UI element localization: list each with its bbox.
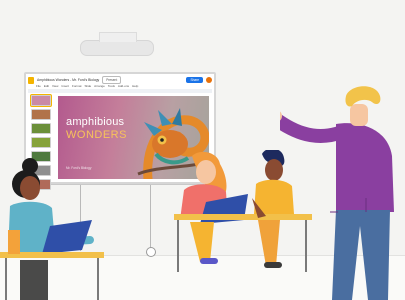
students-middle-figure	[174, 150, 312, 272]
ceiling-light-icon	[80, 32, 154, 56]
slide-thumbnail[interactable]	[31, 109, 51, 120]
student-left-figure	[0, 158, 104, 300]
menu-insert[interactable]: Insert	[61, 84, 69, 88]
slide-title-line-2: WONDERS	[66, 129, 127, 141]
menu-edit[interactable]: Edit	[44, 84, 49, 88]
board-stand-right	[150, 181, 151, 251]
slide-thumbnail[interactable]	[31, 137, 51, 148]
account-avatar[interactable]	[206, 77, 212, 83]
menu-slide[interactable]: Slide	[85, 84, 92, 88]
board-stand-foot	[146, 247, 156, 257]
present-button[interactable]: Present	[102, 76, 122, 84]
menu-view[interactable]: View	[52, 84, 58, 88]
menu-addons[interactable]: Add-ons	[118, 84, 129, 88]
slide-title-line-1: amphibious	[66, 116, 125, 128]
menu-arrange[interactable]: Arrange	[94, 84, 105, 88]
slide-thumbnail[interactable]	[30, 94, 52, 107]
slide-thumbnail[interactable]	[31, 123, 51, 134]
slides-logo-icon	[28, 76, 34, 84]
share-button[interactable]: Share	[186, 77, 203, 83]
slides-app-bar: Amphibious Wonders - Mr. Ford's Biology …	[28, 76, 212, 84]
menu-file[interactable]: File	[36, 84, 41, 88]
classroom-scene: Amphibious Wonders - Mr. Ford's Biology …	[0, 0, 405, 300]
menu-tools[interactable]: Tools	[108, 84, 115, 88]
menu-bar: File Edit View Insert Format Slide Arran…	[36, 84, 138, 88]
document-title[interactable]: Amphibious Wonders - Mr. Ford's Biology	[37, 78, 99, 82]
menu-format[interactable]: Format	[72, 84, 82, 88]
editing-toolbar[interactable]	[28, 89, 212, 93]
menu-help[interactable]: Help	[132, 84, 138, 88]
